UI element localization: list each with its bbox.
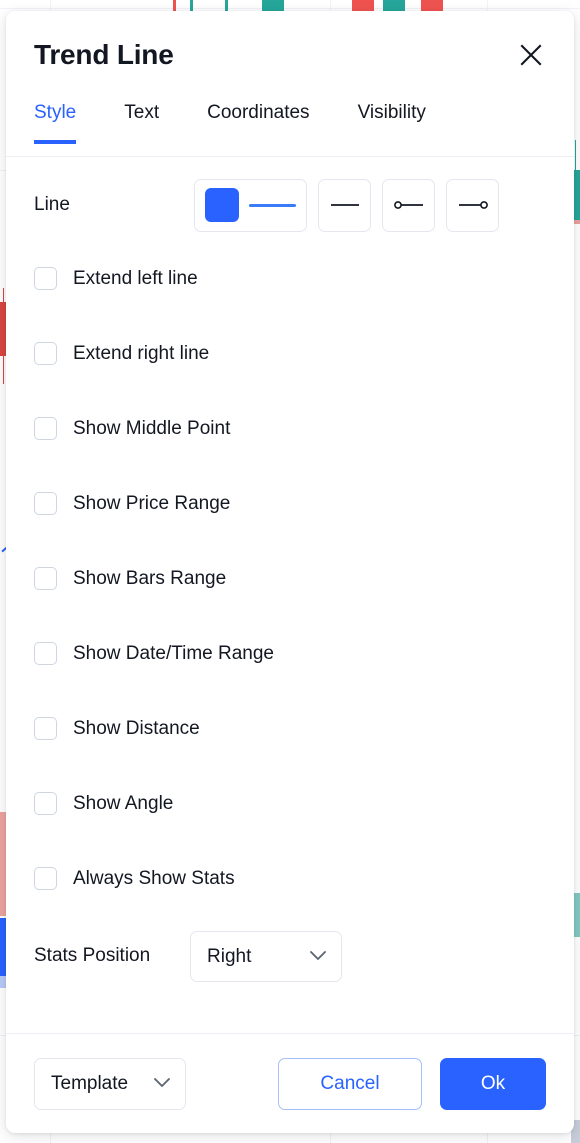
close-button[interactable] [512,36,550,74]
tab-style[interactable]: Style [34,99,77,144]
checkbox-label: Show Middle Point [73,418,231,439]
template-label: Template [51,1073,129,1094]
checkbox-label: Show Angle [73,793,174,814]
checkbox-show-angle[interactable] [34,792,57,815]
template-dropdown[interactable]: Template [34,1057,186,1110]
checkbox-show-bars-range[interactable] [34,567,57,590]
checkbox-row-show-bars-range[interactable]: Show Bars Range [34,541,546,616]
checkbox-show-date-time-range[interactable] [34,642,57,665]
checkbox-row-show-date-time-range[interactable]: Show Date/Time Range [34,616,546,691]
checkbox-extend-right-line[interactable] [34,342,57,365]
checkbox-row-show-middle-point[interactable]: Show Middle Point [34,391,546,466]
checkbox-label: Extend right line [73,343,210,364]
dialog-body: Line Extend left line Extend right line … [6,157,574,1033]
line-color-swatch[interactable] [205,188,239,222]
checkbox-label: Show Price Range [73,493,231,514]
checkbox-show-distance[interactable] [34,717,57,740]
line-cap-right-circle-button[interactable] [446,178,499,232]
dialog-title: Trend Line [34,39,174,70]
close-icon [518,42,544,68]
stats-position-value: Right [207,945,252,967]
chevron-down-icon [309,949,327,964]
line-setting-row: Line [34,157,546,241]
tab-coordinates[interactable]: Coordinates [207,99,309,144]
checkbox-row-show-angle[interactable]: Show Angle [34,766,546,841]
screen: Trend Line Style Text Coordinates Visibi… [0,0,580,1143]
line-label: Line [34,194,70,215]
chart-gridline-h [0,8,580,9]
checkbox-show-middle-point[interactable] [34,417,57,440]
checkbox-label: Show Distance [73,718,200,739]
checkbox-row-show-price-range[interactable]: Show Price Range [34,466,546,541]
stats-position-label: Stats Position [34,945,151,966]
line-right-circle-icon [456,198,490,212]
line-controls [194,178,499,232]
line-cap-plain-button[interactable] [318,178,371,232]
checkbox-label: Always Show Stats [73,868,235,889]
checkbox-extend-left-line[interactable] [34,267,57,290]
trend-line-settings-dialog: Trend Line Style Text Coordinates Visibi… [6,11,574,1133]
dialog-footer: Template Cancel Ok [6,1033,574,1133]
line-style-preview[interactable] [249,203,296,207]
checkbox-row-extend-left-line[interactable]: Extend left line [34,241,546,316]
checkbox-label: Extend left line [73,268,198,289]
checkbox-label: Show Date/Time Range [73,643,275,664]
footer-actions: Cancel Ok [278,1057,546,1110]
line-plain-icon [328,198,362,212]
line-color-and-style-picker[interactable] [194,178,307,232]
checkbox-label: Show Bars Range [73,568,227,589]
checkbox-always-show-stats[interactable] [34,867,57,890]
chevron-down-icon [153,1076,171,1091]
tab-text[interactable]: Text [124,99,159,144]
tab-visibility[interactable]: Visibility [358,99,426,144]
checkbox-row-always-show-stats[interactable]: Always Show Stats [34,841,546,916]
checkbox-show-price-range[interactable] [34,492,57,515]
ok-button[interactable]: Ok [440,1057,546,1110]
checkbox-row-extend-right-line[interactable]: Extend right line [34,316,546,391]
stats-position-row: Stats Position Right [34,916,546,996]
checkbox-row-show-distance[interactable]: Show Distance [34,691,546,766]
cancel-button[interactable]: Cancel [278,1057,422,1110]
stats-position-select[interactable]: Right [190,930,342,982]
dialog-header: Trend Line [6,11,574,99]
line-cap-left-circle-button[interactable] [382,178,435,232]
line-left-circle-icon [392,198,426,212]
tab-bar: Style Text Coordinates Visibility [6,99,574,157]
